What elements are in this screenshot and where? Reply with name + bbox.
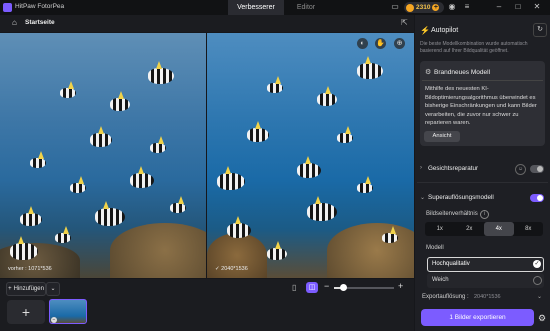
super-resolution-label: Superauflösungsmodell xyxy=(428,194,494,201)
coral-reef xyxy=(327,223,414,278)
menu-icon[interactable]: ≡ xyxy=(462,2,472,12)
app-name: HitPaw FotorPea xyxy=(15,3,65,10)
fish xyxy=(357,56,383,79)
divider xyxy=(417,182,548,183)
fish xyxy=(130,166,154,188)
add-label: Hinzufügen xyxy=(13,286,44,292)
lightning-icon: ⚡ xyxy=(420,26,430,35)
scale-option-1x[interactable]: 1x xyxy=(425,222,455,236)
before-label: vorher : 1071*536 xyxy=(8,266,52,272)
fish xyxy=(227,216,251,238)
coin-icon xyxy=(406,3,414,12)
autopilot-label: Autopilot xyxy=(431,27,459,34)
face-icon: ☺ xyxy=(515,164,526,175)
add-image-button[interactable]: + xyxy=(7,300,45,324)
export-button[interactable]: 1 Bilder exportieren xyxy=(421,309,534,326)
chevron-right-icon[interactable]: › xyxy=(420,165,422,171)
fish xyxy=(150,136,166,153)
model-label: Modell xyxy=(426,245,444,251)
maximize-icon[interactable]: □ xyxy=(513,2,523,12)
check-icon: ✓ xyxy=(533,260,541,268)
home-icon[interactable]: ⌂ xyxy=(12,18,17,27)
zoom-out-icon[interactable]: − xyxy=(324,281,329,291)
tab-enhancer[interactable]: Verbesserer xyxy=(228,0,284,15)
scale-option-2x[interactable]: 2x xyxy=(455,222,485,236)
fish xyxy=(297,156,321,178)
plus-icon: + xyxy=(8,286,12,292)
minimize-icon[interactable]: – xyxy=(494,2,504,12)
after-image: ✓ 2040*1536 xyxy=(207,33,414,278)
after-resolution: 2040*1536 xyxy=(221,266,248,272)
fish xyxy=(267,76,283,93)
chevron-down-icon[interactable]: ⌄ xyxy=(46,282,60,296)
credit-value: 2310 xyxy=(416,4,431,11)
export-resolution-label: Exportauflösung : xyxy=(422,294,469,300)
scale-option-4x[interactable]: 4x xyxy=(484,222,514,236)
fish xyxy=(247,121,269,142)
settings-gear-icon[interactable]: ⚙ xyxy=(538,313,546,324)
zoom-in-icon[interactable]: + xyxy=(398,281,403,291)
app-logo-icon xyxy=(3,3,12,12)
crop-icon[interactable]: ⇱ xyxy=(401,18,408,27)
credits-badge[interactable]: 2310 + xyxy=(404,2,444,13)
fish xyxy=(95,201,125,226)
model-option-label: Weich xyxy=(432,277,449,283)
fish xyxy=(148,61,174,84)
fish xyxy=(267,241,287,260)
info-icon[interactable]: i xyxy=(480,210,489,219)
autopilot-description: Die beste Modellkombination wurde automa… xyxy=(420,41,528,54)
fish xyxy=(55,226,71,243)
fish xyxy=(382,226,398,243)
remove-thumbnail-icon[interactable]: − xyxy=(51,317,57,323)
split-view-icon[interactable]: ◫ xyxy=(306,282,318,293)
card-title: Brandneues Modell xyxy=(434,69,491,76)
toggle-knob xyxy=(537,166,543,172)
scale-selector: 1x 2x 4x 8x xyxy=(425,222,543,236)
expand-icon[interactable]: ⌄ xyxy=(537,293,542,300)
fish xyxy=(337,126,353,143)
single-view-icon[interactable]: ▯ xyxy=(292,283,296,292)
fish xyxy=(357,176,373,193)
tab-editor[interactable]: Editor xyxy=(286,0,326,15)
home-link[interactable]: Startseite xyxy=(25,19,55,26)
model-option-label: Hochqualitativ xyxy=(432,261,470,267)
zoom-slider-handle[interactable] xyxy=(340,284,347,291)
fish xyxy=(170,196,186,213)
radio-icon xyxy=(533,276,542,285)
inbox-icon[interactable]: ▭ xyxy=(390,2,400,12)
divider xyxy=(422,80,543,81)
add-button[interactable]: + Hinzufügen xyxy=(6,282,46,296)
before-image: vorher : 1071*536 xyxy=(0,33,206,278)
scale-option-8x[interactable]: 8x xyxy=(514,222,544,236)
fish xyxy=(307,196,337,221)
compare-icon[interactable]: ◐ xyxy=(357,38,368,49)
after-label: ✓ 2040*1536 xyxy=(215,266,248,272)
fish xyxy=(30,151,46,168)
fish xyxy=(317,86,337,106)
coral-reef xyxy=(110,223,206,278)
fish xyxy=(90,126,112,147)
add-credits-icon[interactable]: + xyxy=(432,4,440,11)
fish xyxy=(217,166,245,190)
refresh-button[interactable]: ↻ xyxy=(533,23,547,37)
card-text: Mithilfe des neuesten KI-Bildoptimierung… xyxy=(425,86,537,127)
fish xyxy=(70,176,86,193)
fish xyxy=(60,81,76,98)
pan-icon[interactable]: ✋ xyxy=(375,38,386,49)
user-icon[interactable]: ◉ xyxy=(447,2,457,12)
view-button[interactable]: Ansicht xyxy=(424,131,460,142)
zoom-icon[interactable]: ⊕ xyxy=(394,38,405,49)
export-resolution-value: 2040*1536 xyxy=(474,294,501,300)
close-icon[interactable]: ✕ xyxy=(532,2,542,12)
chevron-down-icon[interactable]: ⌄ xyxy=(420,194,425,201)
aspect-ratio-label: Bildseitenverhältnis xyxy=(426,211,478,217)
gear-icon: ⚙ xyxy=(425,69,432,76)
fish xyxy=(10,236,38,260)
toolbar xyxy=(0,15,414,32)
fish xyxy=(20,206,42,226)
toggle-knob xyxy=(537,195,543,201)
face-repair-label: Gesichtsreparatur xyxy=(428,165,479,172)
fish xyxy=(110,91,130,111)
